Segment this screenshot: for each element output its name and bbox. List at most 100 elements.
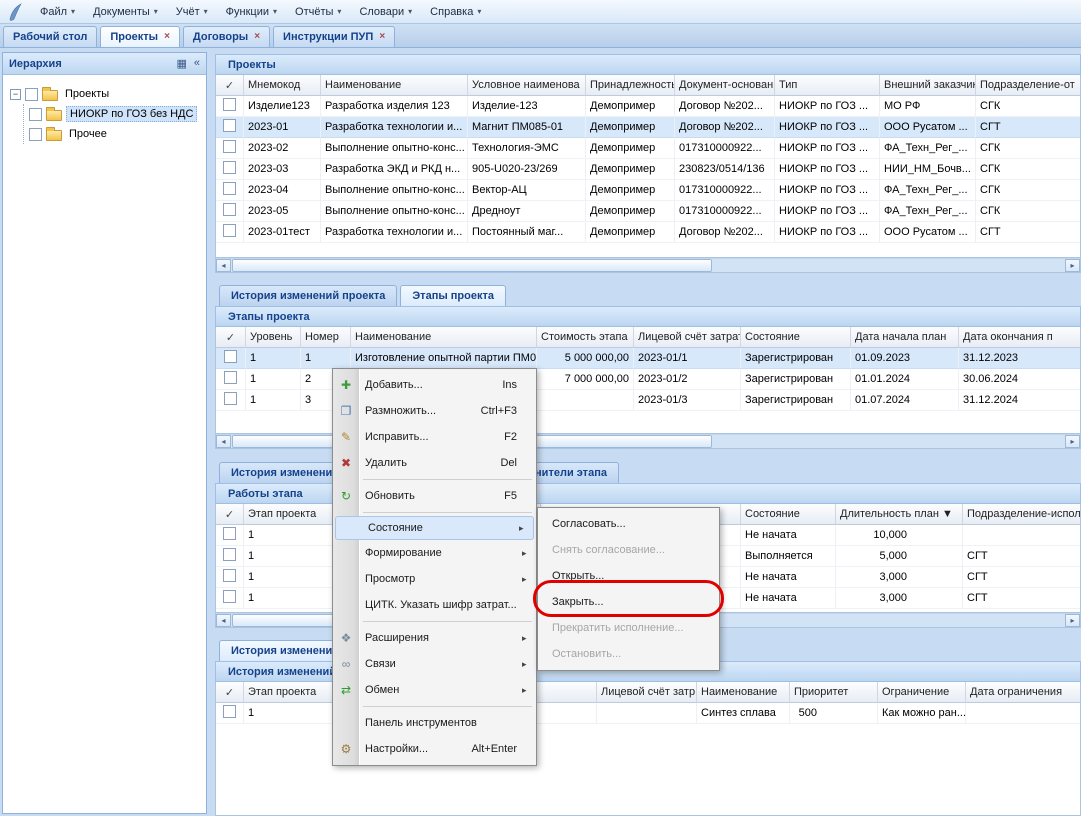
grid-cell[interactable]: Как можно ран...: [878, 703, 966, 724]
grid-cell[interactable]: ООО Русатом ...: [880, 222, 976, 243]
row-select-cell[interactable]: [216, 348, 246, 369]
column-header[interactable]: Ограничение: [878, 682, 966, 703]
grid-cell[interactable]: 2023-01/3: [634, 390, 741, 411]
tab-projects[interactable]: Проекты×: [100, 26, 180, 47]
grid-cell[interactable]: Демопример: [586, 96, 675, 117]
grid-cell[interactable]: СГТ: [963, 588, 1081, 609]
menu-item-toolbar[interactable]: Панель инструментов: [333, 710, 536, 736]
menu-item-refresh[interactable]: ↻ОбновитьF5: [333, 483, 536, 509]
grid-cell[interactable]: 2023-03: [244, 159, 321, 180]
column-header[interactable]: Наименование: [697, 682, 790, 703]
menu-item-exchange[interactable]: ⇄Обмен▸: [333, 677, 536, 703]
menubar-item-functions[interactable]: Функции▾: [217, 3, 286, 21]
grid-cell[interactable]: СГТ: [976, 222, 1081, 243]
menu-item-edit[interactable]: ✎Исправить...F2: [333, 424, 536, 450]
grid-cell[interactable]: Изделие-123: [468, 96, 586, 117]
tree-item-projects-root[interactable]: − Проекты: [8, 84, 201, 104]
table-row[interactable]: 2023-03Разработка ЭКД и РКД н...905-U020…: [216, 159, 1081, 180]
column-header[interactable]: Мнемокод: [244, 75, 321, 96]
row-select-cell[interactable]: [216, 117, 244, 138]
scroll-right-icon[interactable]: ▸: [1065, 614, 1080, 627]
scroll-left-icon[interactable]: ◂: [216, 435, 231, 448]
select-all-checkbox-header[interactable]: ✓: [216, 327, 246, 348]
column-header[interactable]: Дата начала план: [851, 327, 959, 348]
grid-cell[interactable]: 230823/0514/136: [675, 159, 775, 180]
column-header[interactable]: Дата окончания п: [959, 327, 1081, 348]
menu-item-add[interactable]: ✚Добавить...Ins: [333, 372, 536, 398]
tree-checkbox[interactable]: [29, 128, 42, 141]
tab-instructions[interactable]: Инструкции ПУП×: [273, 26, 395, 47]
row-select-cell[interactable]: [216, 222, 244, 243]
projects-horizontal-scrollbar[interactable]: ◂▸: [215, 258, 1081, 273]
grid-cell[interactable]: СГК: [976, 180, 1081, 201]
row-checkbox[interactable]: [223, 119, 236, 132]
tab-desktop[interactable]: Рабочий стол: [3, 26, 97, 47]
grid-cell[interactable]: Выполнение опытно-конс...: [321, 180, 468, 201]
column-header[interactable]: Дата ограничения: [966, 682, 1081, 703]
row-checkbox[interactable]: [223, 527, 236, 540]
grid-cell[interactable]: Демопример: [586, 180, 675, 201]
grid-cell[interactable]: Разработка технологии и...: [321, 222, 468, 243]
select-all-checkbox-header[interactable]: ✓: [216, 682, 244, 703]
tab-project-history[interactable]: История изменений проекта: [219, 285, 397, 306]
row-checkbox[interactable]: [223, 203, 236, 216]
grid-cell[interactable]: Разработка ЭКД и РКД н...: [321, 159, 468, 180]
grid-cell[interactable]: 3,000: [836, 567, 963, 588]
tree-checkbox[interactable]: [29, 108, 42, 121]
collapse-expander-icon[interactable]: −: [10, 89, 21, 100]
row-checkbox[interactable]: [224, 350, 237, 363]
menubar-item-help[interactable]: Справка▾: [421, 3, 490, 21]
grid-cell[interactable]: ФА_Техн_Рег_...: [880, 180, 976, 201]
table-row[interactable]: 2023-01тестРазработка технологии и...Пос…: [216, 222, 1081, 243]
grid-cell[interactable]: СГК: [976, 138, 1081, 159]
table-row[interactable]: 2023-02Выполнение опытно-конс...Технолог…: [216, 138, 1081, 159]
menubar-item-accounting[interactable]: Учёт▾: [167, 3, 217, 21]
grid-cell[interactable]: Разработка изделия 123: [321, 96, 468, 117]
row-select-cell[interactable]: [216, 546, 244, 567]
menubar-item-file[interactable]: Файл▾: [31, 3, 84, 21]
column-header[interactable]: Внешний заказчик: [880, 75, 976, 96]
grid-cell[interactable]: НИОКР по ГОЗ ...: [775, 180, 880, 201]
grid-cell[interactable]: 2023-01: [244, 117, 321, 138]
scroll-thumb[interactable]: [232, 259, 712, 272]
column-header[interactable]: Документ-основан: [675, 75, 775, 96]
grid-cell[interactable]: СГК: [976, 159, 1081, 180]
grid-cell[interactable]: СГТ: [976, 117, 1081, 138]
grid-cell[interactable]: 017310000922...: [675, 201, 775, 222]
select-all-checkbox-header[interactable]: ✓: [216, 75, 244, 96]
menu-item-view[interactable]: Просмотр▸: [333, 566, 536, 592]
collapse-panel-icon[interactable]: «: [194, 57, 200, 70]
grid-cell[interactable]: 017310000922...: [675, 138, 775, 159]
menu-item-citk[interactable]: ЦИТК. Указать шифр затрат...: [333, 592, 536, 618]
grid-cell[interactable]: Не начата: [741, 525, 836, 546]
row-checkbox[interactable]: [223, 224, 236, 237]
grid-cell[interactable]: Изделие123: [244, 96, 321, 117]
grid-cell[interactable]: НИОКР по ГОЗ ...: [775, 201, 880, 222]
grid-cell[interactable]: 5,000: [836, 546, 963, 567]
tree-item-other[interactable]: Прочее: [27, 124, 201, 144]
grid-cell[interactable]: Демопример: [586, 222, 675, 243]
grid-cell[interactable]: НИОКР по ГОЗ ...: [775, 159, 880, 180]
scroll-left-icon[interactable]: ◂: [216, 259, 231, 272]
menu-item-formation[interactable]: Формирование▸: [333, 540, 536, 566]
grid-cell[interactable]: [966, 703, 1081, 724]
grid-cell[interactable]: Договор №202...: [675, 222, 775, 243]
column-header[interactable]: Уровень: [246, 327, 301, 348]
grid-cell[interactable]: 2023-01/1: [634, 348, 741, 369]
grid-view-icon[interactable]: ▦: [176, 57, 186, 70]
menu-item-duplicate[interactable]: ❐Размножить...Ctrl+F3: [333, 398, 536, 424]
grid-cell[interactable]: 1: [301, 348, 351, 369]
grid-cell[interactable]: НИИ_НМ_Бочв...: [880, 159, 976, 180]
grid-cell[interactable]: 2023-01тест: [244, 222, 321, 243]
row-select-cell[interactable]: [216, 588, 244, 609]
column-header[interactable]: Лицевой счёт затрат: [634, 327, 741, 348]
column-header[interactable]: Условное наименова: [468, 75, 586, 96]
column-header[interactable]: Принадлежность: [586, 75, 675, 96]
grid-cell[interactable]: Магнит ПМ085-01: [468, 117, 586, 138]
column-header[interactable]: Подразделение-от: [976, 75, 1081, 96]
column-header[interactable]: Подразделение-исполн: [963, 504, 1081, 525]
grid-cell[interactable]: Зарегистрирован: [741, 369, 851, 390]
close-tab-icon[interactable]: ×: [379, 32, 385, 42]
column-header[interactable]: Состояние: [741, 504, 836, 525]
close-tab-icon[interactable]: ×: [254, 32, 260, 42]
